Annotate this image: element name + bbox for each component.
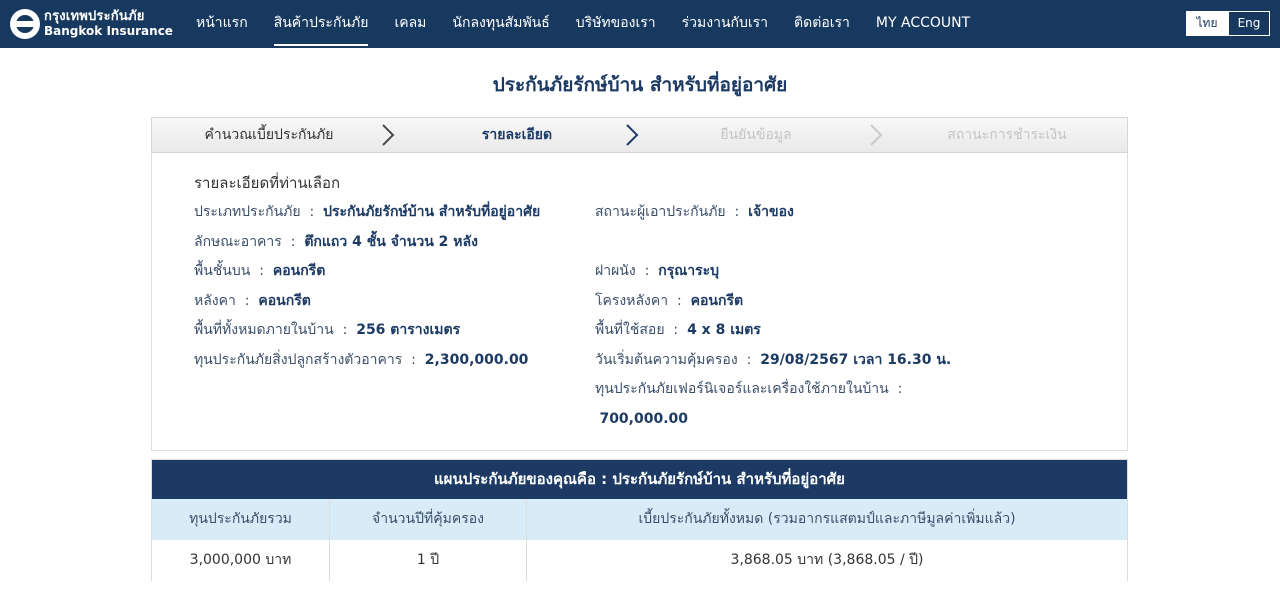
detail-row-total-area: พื้นที่ทั้งหมดภายในบ้าน : 256 ตารางเมตร	[194, 322, 461, 338]
plan-header-row: ทุนประกันภัยรวม จำนวนปีที่คุ้มครอง เบี้ย…	[152, 499, 1127, 540]
nav-item-products[interactable]: สินค้าประกันภัย	[273, 0, 369, 46]
brand-name-th: กรุงเทพประกันภัย	[44, 9, 145, 24]
detail-label: ประเภทประกันภัย	[194, 204, 301, 220]
lang-th-button[interactable]: ไทย	[1186, 11, 1228, 36]
top-navbar: กรุงเทพประกันภัย Bangkok Insurance หน้าแ…	[0, 0, 1280, 48]
detail-row-usable-area: พื้นที่ใช้สอย : 4 x 8 เมตร	[595, 322, 761, 338]
selected-details-panel: รายละเอียดที่ท่านเลือก ประเภทประกันภัย :…	[151, 153, 1128, 451]
progress-steps: คำนวณเบี้ยประกันภัย รายละเอียด ยืนยันข้อ…	[151, 117, 1128, 153]
nav-item-home[interactable]: หน้าแรก	[196, 0, 248, 48]
nav-item-contact[interactable]: ติดต่อเรา	[794, 0, 850, 48]
detail-value: ตึกแถว 4 ชั้น จำนวน 2 หลัง	[304, 233, 478, 250]
detail-label: พื้นชั้นบน	[194, 263, 251, 279]
detail-label: สถานะผู้เอาประกันภัย	[595, 204, 726, 220]
detail-label: ลักษณะอาคาร	[194, 233, 282, 250]
lang-en-button[interactable]: Eng	[1228, 11, 1270, 36]
detail-row-insurance-type: ประเภทประกันภัย : ประกันภัยรักษ์บ้าน สำห…	[194, 204, 541, 220]
nav-item-claims[interactable]: เคลม	[394, 0, 426, 48]
page-title: ประกันภัยรักษ์บ้าน สำหรับที่อยู่อาศัย	[492, 74, 788, 96]
brand-logo[interactable]: กรุงเทพประกันภัย Bangkok Insurance	[10, 6, 173, 42]
detail-row-upper-floor: พื้นชั้นบน : คอนกรีต	[194, 263, 326, 279]
bki-logo-icon	[10, 9, 40, 39]
detail-label: ฝาผนัง	[595, 263, 636, 279]
chevron-right-icon	[626, 124, 639, 146]
detail-row-wall: ฝาผนัง : กรุณาระบุ	[595, 263, 719, 279]
detail-label: ทุนประกันภัยเฟอร์นิเจอร์และเครื่องใช้ภาย…	[595, 381, 889, 397]
plan-title: แผนประกันภัยของคุณคือ : ประกันภัยรักษ์บ้…	[152, 460, 1127, 499]
nav-item-careers[interactable]: ร่วมงานกับเรา	[682, 0, 768, 48]
nav-item-my-account[interactable]: MY ACCOUNT	[876, 0, 970, 48]
detail-value: คอนกรีต	[258, 292, 311, 309]
detail-row-building-sum-insured: ทุนประกันภัยสิ่งปลูกสร้างตัวอาคาร : 2,30…	[194, 351, 529, 368]
detail-row-building-type: ลักษณะอาคาร : ตึกแถว 4 ชั้น จำนวน 2 หลัง	[194, 233, 478, 250]
detail-value: คอนกรีต	[272, 263, 326, 279]
detail-row-furniture-sum-insured: ทุนประกันภัยเฟอร์นิเจอร์และเครื่องใช้ภาย…	[595, 381, 903, 427]
cell-coverage-years: 1 ปี	[330, 540, 527, 581]
chevron-right-icon	[382, 124, 395, 146]
header-total-premium: เบี้ยประกันภัยทั้งหมด (รวมอากรแสตมป์และภ…	[638, 511, 1016, 527]
detail-value: กรุณาระบุ	[658, 263, 719, 279]
cell-sum-insured: 3,000,000 บาท	[152, 540, 330, 581]
detail-row-roof-structure: โครงหลังคา : คอนกรีต	[595, 292, 744, 309]
header-sum-insured: ทุนประกันภัยรวม	[152, 499, 330, 540]
detail-value: เจ้าของ	[748, 204, 794, 220]
detail-label: ทุนประกันภัยสิ่งปลูกสร้างตัวอาคาร	[194, 351, 403, 368]
details-right-column: สถานะผู้เอาประกันภัย : เจ้าของ ฝาผนัง : …	[595, 198, 995, 434]
detail-label: วันเริ่มต้นความคุ้มครอง	[595, 351, 738, 368]
nav-item-about-us[interactable]: บริษัทของเรา	[576, 0, 656, 48]
brand-text: กรุงเทพประกันภัย Bangkok Insurance	[44, 9, 173, 39]
detail-value: ประกันภัยรักษ์บ้าน สำหรับที่อยู่อาศัย	[323, 204, 541, 220]
header-coverage-years: จำนวนปีที่คุ้มครอง	[330, 499, 527, 540]
detail-value: 4 x 8 เมตร	[687, 322, 761, 338]
detail-label: หลังคา	[194, 292, 236, 309]
step-payment-status: สถานะการชำระเงิน	[947, 127, 1067, 143]
detail-value: 2,300,000.00	[424, 351, 529, 368]
detail-value: คอนกรีต	[690, 292, 744, 309]
chevron-right-icon	[870, 124, 883, 146]
details-left-column: ประเภทประกันภัย : ประกันภัยรักษ์บ้าน สำห…	[194, 198, 564, 375]
step-confirm: ยืนยันข้อมูล	[720, 127, 792, 143]
detail-value: 29/08/2567 เวลา 16.30 น.	[760, 351, 952, 368]
cell-total-premium: 3,868.05 บาท (3,868.05 / ปี)	[730, 552, 924, 568]
detail-row-roof: หลังคา : คอนกรีต	[194, 292, 311, 309]
main-nav: หน้าแรก สินค้าประกันภัย เคลม นักลงทุนสัม…	[196, 0, 996, 48]
table-row: 3,000,000 บาท 1 ปี 3,868.05 บาท (3,868.0…	[152, 540, 1127, 581]
language-switcher: ไทย Eng	[1186, 11, 1270, 36]
nav-item-investor-relations[interactable]: นักลงทุนสัมพันธ์	[452, 0, 549, 48]
details-heading: รายละเอียดที่ท่านเลือก	[194, 174, 341, 192]
detail-row-coverage-start: วันเริ่มต้นความคุ้มครอง : 29/08/2567 เวล…	[595, 351, 952, 368]
step-details: รายละเอียด	[481, 127, 553, 143]
detail-value: 256 ตารางเมตร	[356, 322, 461, 338]
detail-label: โครงหลังคา	[595, 292, 669, 309]
plan-summary-table: แผนประกันภัยของคุณคือ : ประกันภัยรักษ์บ้…	[151, 459, 1128, 581]
detail-label: พื้นที่ทั้งหมดภายในบ้าน	[194, 322, 334, 338]
step-calculate-premium[interactable]: คำนวณเบี้ยประกันภัย	[152, 118, 386, 152]
detail-row-insured-status: สถานะผู้เอาประกันภัย : เจ้าของ	[595, 204, 794, 220]
detail-value: 700,000.00	[599, 410, 689, 427]
detail-label: พื้นที่ใช้สอย	[595, 322, 665, 338]
brand-name-en: Bangkok Insurance	[44, 24, 173, 38]
